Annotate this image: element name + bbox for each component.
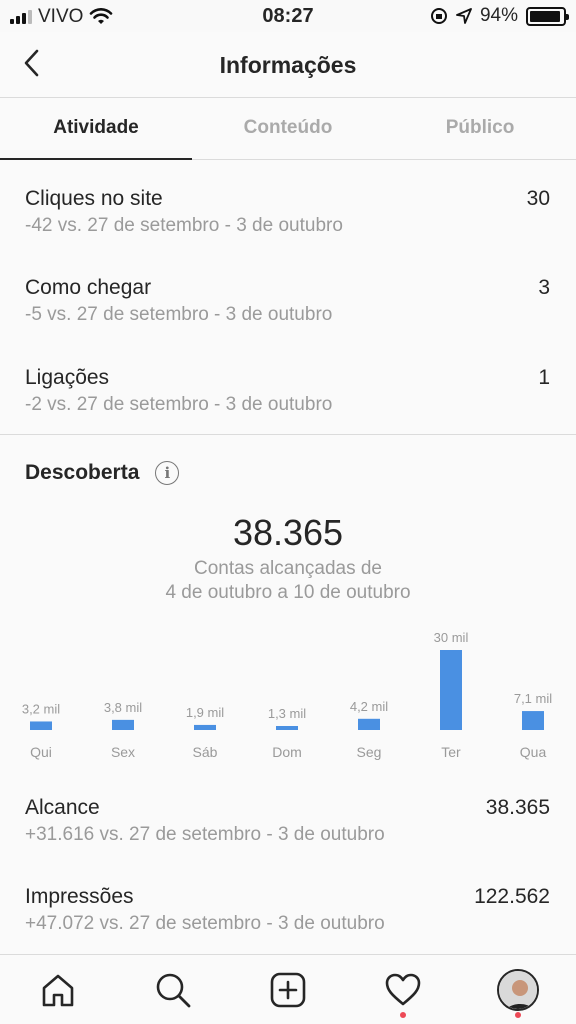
nav-home[interactable] <box>28 960 88 1020</box>
chart-data-label: 3,2 mil <box>22 701 60 716</box>
chart-data-label: 4,2 mil <box>350 699 388 714</box>
add-post-icon <box>270 972 306 1007</box>
chart-bar <box>194 724 216 730</box>
metric-change: +31.616 vs. 27 de setembro - 3 de outubr… <box>25 824 385 845</box>
notification-dot <box>400 1011 407 1018</box>
tab-atividade[interactable]: Atividade <box>0 99 192 160</box>
metric-value: 30 <box>526 187 550 210</box>
notification-dot <box>515 1011 522 1018</box>
chart-bar <box>358 718 380 730</box>
heart-icon <box>385 973 421 1005</box>
metric-change: +47.072 vs. 27 de setembro - 3 de outubr… <box>25 913 385 934</box>
nav-profile[interactable] <box>488 960 548 1020</box>
chart-data-label: 1,3 mil <box>268 706 306 721</box>
profile-avatar <box>497 968 540 1011</box>
metric-value: 122.562 <box>474 885 550 908</box>
chart-bar <box>440 650 462 730</box>
chart-category-label: Qua <box>520 744 547 760</box>
metric-label: Cliques no site <box>25 187 163 210</box>
nav-search[interactable] <box>143 960 203 1020</box>
metric-label: Como chegar <box>25 276 152 299</box>
chart-category-label: Sex <box>111 744 135 760</box>
nav-activity[interactable] <box>373 960 433 1020</box>
chart-bar <box>30 721 52 730</box>
chart-category-label: Seg <box>357 744 382 760</box>
metric-reach: Alcance +31.616 vs. 27 de setembro - 3 d… <box>25 796 550 856</box>
metric-label: Impressões <box>25 885 134 908</box>
metric-site-clicks: Cliques no site -42 vs. 27 de setembro -… <box>25 187 550 247</box>
chart-bar <box>522 711 544 730</box>
discovery-section-title: Descoberta i <box>25 461 180 485</box>
tab-conteudo[interactable]: Conteúdo <box>192 99 384 159</box>
metric-label: Alcance <box>25 796 100 819</box>
battery-icon <box>526 6 569 26</box>
chart-data-label: 7,1 mil <box>514 691 552 706</box>
chart-bar <box>112 719 134 730</box>
info-icon[interactable]: i <box>155 461 180 485</box>
page-title: Informações <box>219 52 357 78</box>
battery-percent: 94% <box>479 5 518 26</box>
chart-data-label: 1,9 mil <box>186 705 224 720</box>
bottom-navigation <box>0 954 576 1024</box>
metric-change: -5 vs. 27 de setembro - 3 de outubro <box>25 304 333 325</box>
metric-value: 1 <box>538 366 550 389</box>
status-bar: VIVO 08:27 94% <box>0 0 576 32</box>
chart-category-label: Qui <box>30 744 52 760</box>
metric-label: Ligações <box>25 366 110 389</box>
accounts-reached-caption: Contas alcançadas de 4 de outubro a 10 d… <box>0 557 576 605</box>
location-arrow-icon <box>456 8 472 24</box>
section-divider <box>0 434 576 435</box>
section-heading: Descoberta <box>25 461 140 484</box>
daily-reach-chart: 3,2 mil Qui 3,8 mil Sex 1,9 mil Sáb 1,3 mil Dom… <box>22 630 552 760</box>
nav-new-post[interactable] <box>258 960 318 1020</box>
metric-calls: Ligações -2 vs. 27 de setembro - 3 de ou… <box>25 366 550 426</box>
metric-value: 3 <box>538 276 550 299</box>
home-icon <box>42 974 73 1006</box>
caption-line: 4 de outubro a 10 de outubro <box>165 582 411 603</box>
metric-directions: Como chegar -5 vs. 27 de setembro - 3 de… <box>25 276 550 336</box>
chart-category-label: Dom <box>272 744 302 760</box>
tab-bar: Atividade Conteúdo Público <box>0 99 576 160</box>
top-bar: Informações <box>0 32 576 98</box>
chart-data-label: 3,8 mil <box>104 700 142 715</box>
metric-change: -2 vs. 27 de setembro - 3 de outubro <box>25 394 333 415</box>
chart-category-label: Ter <box>441 744 461 760</box>
status-right: 94% <box>430 5 569 27</box>
chart-bar <box>276 726 298 730</box>
tab-publico[interactable]: Público <box>384 99 576 159</box>
caption-line: Contas alcançadas de <box>193 558 382 579</box>
chart-category-label: Sáb <box>193 744 218 760</box>
orientation-lock-icon <box>430 8 447 24</box>
metric-value: 38.365 <box>485 796 550 819</box>
metric-change: -42 vs. 27 de setembro - 3 de outubro <box>25 215 343 236</box>
metric-impressions: Impressões +47.072 vs. 27 de setembro - … <box>25 885 550 945</box>
accounts-reached-total: 38.365 <box>232 512 344 553</box>
search-icon <box>156 973 191 1007</box>
chart-data-label: 30 mil <box>434 630 469 645</box>
